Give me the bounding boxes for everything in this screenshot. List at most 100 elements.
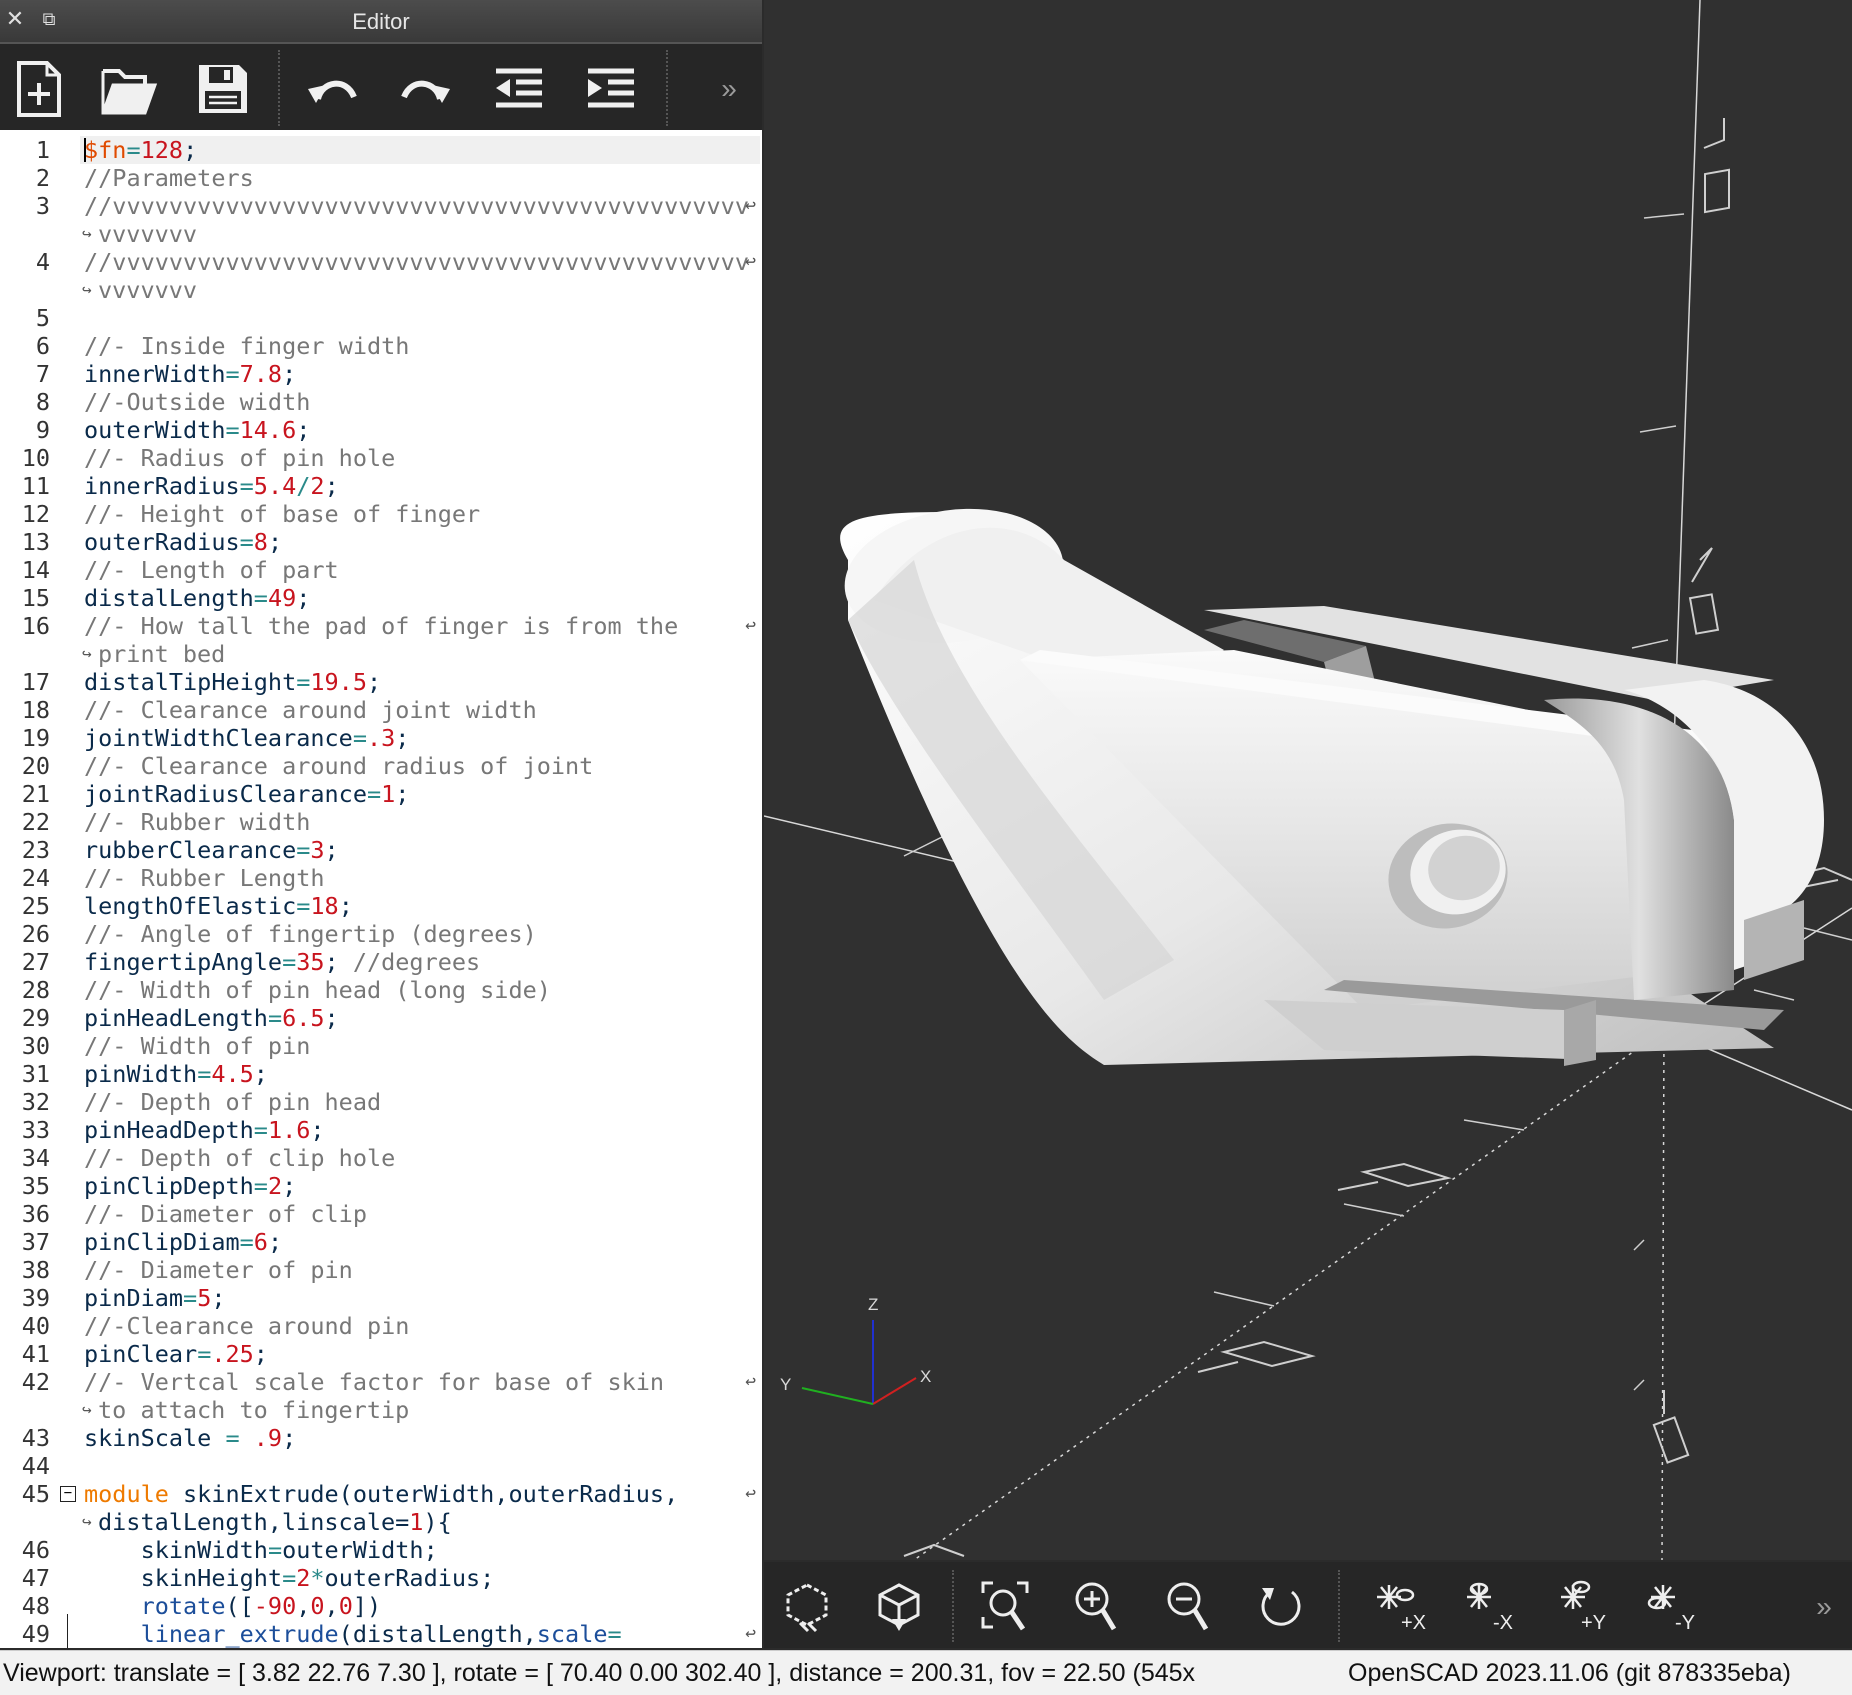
view-left-icon[interactable]: -X: [1460, 1574, 1530, 1640]
wrap-continuation-icon: ↪: [82, 644, 92, 663]
code-line[interactable]: 1 $fn=128;: [0, 136, 760, 164]
fold-toggle-icon[interactable]: −: [60, 1486, 76, 1502]
reset-rotation-icon[interactable]: [1246, 1574, 1316, 1640]
code-line[interactable]: 5: [0, 304, 760, 332]
code-line[interactable]: 10 //- Radius of pin hole: [0, 444, 760, 472]
code-text: //- Vertcal scale factor for base of ski…: [84, 1368, 664, 1396]
code-token: =: [352, 724, 367, 752]
code-line[interactable]: 36 //- Diameter of clip: [0, 1200, 760, 1228]
code-line[interactable]: 20 //- Clearance around radius of joint: [0, 752, 760, 780]
view-back-icon[interactable]: +Y: [1550, 1574, 1620, 1640]
code-line[interactable]: 9 outerWidth=14.6;: [0, 416, 760, 444]
code-line[interactable]: 23 rubberClearance=3;: [0, 836, 760, 864]
line-number: 26: [21, 920, 50, 948]
code-line[interactable]: 42 //- Vertcal scale factor for base of s…: [0, 1368, 760, 1396]
code-line[interactable]: 47 skinHeight=2*outerRadius;: [0, 1564, 760, 1592]
code-line[interactable]: 19 jointWidthClearance=.3;: [0, 724, 760, 752]
code-line[interactable]: 26 //- Angle of fingertip (degrees): [0, 920, 760, 948]
view-front-icon[interactable]: -Y: [1640, 1574, 1710, 1640]
code-line[interactable]: 33 pinHeadDepth=1.6;: [0, 1116, 760, 1144]
code-line[interactable]: 40 //-Clearance around pin: [0, 1312, 760, 1340]
undo-icon[interactable]: [300, 58, 366, 120]
more-icon[interactable]: »: [704, 58, 754, 120]
code-text: fingertipAngle=35; //degrees: [84, 948, 480, 976]
code-line[interactable]: 32 //- Depth of pin head: [0, 1088, 760, 1116]
code-token: =: [225, 1424, 240, 1452]
code-line[interactable]: 25 lengthOfElastic=18;: [0, 892, 760, 920]
redo-icon[interactable]: [392, 58, 458, 120]
save-icon[interactable]: [190, 58, 256, 120]
code-line[interactable]: 14 //- Length of part: [0, 556, 760, 584]
code-line[interactable]: 7 innerWidth=7.8;: [0, 360, 760, 388]
code-token: .3: [366, 724, 396, 752]
code-line[interactable]: 17 distalTipHeight=19.5;: [0, 668, 760, 696]
code-line-continuation[interactable]: ↪ vvvvvvv: [0, 276, 760, 304]
code-line[interactable]: 24 //- Rubber Length: [0, 864, 760, 892]
code-line-continuation[interactable]: ↪ vvvvvvv: [0, 220, 760, 248]
code-line[interactable]: 28 //- Width of pin head (long side): [0, 976, 760, 1004]
code-line[interactable]: 29 pinHeadLength=6.5;: [0, 1004, 760, 1032]
code-line[interactable]: 22 //- Rubber width: [0, 808, 760, 836]
code-line-continuation[interactable]: ↪ distalLength,linscale=1){: [0, 1508, 760, 1536]
code-token: ,: [324, 1592, 339, 1620]
code-token: pinHeadLength: [84, 1004, 268, 1032]
code-line[interactable]: 48 rotate([-90,0,0]): [0, 1592, 760, 1620]
code-line[interactable]: 11 innerRadius=5.4/2;: [0, 472, 760, 500]
code-line[interactable]: 21 jointRadiusClearance=1;: [0, 780, 760, 808]
code-line[interactable]: 8 //-Outside width: [0, 388, 760, 416]
code-line[interactable]: 18 //- Clearance around joint width: [0, 696, 760, 724]
code-line[interactable]: 46 skinWidth=outerWidth;: [0, 1536, 760, 1564]
reset-view-icon[interactable]: [772, 1574, 842, 1640]
code-token: =: [126, 136, 141, 164]
code-line[interactable]: 4 //vvvvvvvvvvvvvvvvvvvvvvvvvvvvvvvvvvvvv…: [0, 248, 760, 276]
zoom-all-icon[interactable]: [970, 1574, 1040, 1640]
code-line[interactable]: 31 pinWidth=4.5;: [0, 1060, 760, 1088]
wrap-continuation-icon: ↪: [82, 224, 92, 243]
view-all-icon[interactable]: [864, 1574, 934, 1640]
line-number: 45: [21, 1480, 50, 1508]
code-line[interactable]: 41 pinClear=.25;: [0, 1340, 760, 1368]
unindent-icon[interactable]: [486, 58, 552, 120]
indent-icon[interactable]: [578, 58, 644, 120]
3d-viewport[interactable]: Z X Y: [764, 0, 1852, 1560]
code-line[interactable]: 49 linear_extrude(distalLength,scale= ↩: [0, 1620, 760, 1648]
code-line[interactable]: 43 skinScale = .9;: [0, 1424, 760, 1452]
open-file-icon[interactable]: [96, 58, 162, 120]
code-text: pinHeadDepth=1.6;: [84, 1116, 325, 1144]
view-right-icon[interactable]: +X: [1370, 1574, 1440, 1640]
new-file-icon[interactable]: [6, 58, 72, 120]
code-line[interactable]: 45 module skinExtrude(outerWidth,outerRad…: [0, 1480, 760, 1508]
code-line[interactable]: 39 pinDiam=5;: [0, 1284, 760, 1312]
code-line[interactable]: 27 fingertipAngle=35; //degrees: [0, 948, 760, 976]
code-line[interactable]: 12 //- Height of base of finger: [0, 500, 760, 528]
code-token: scale: [536, 1620, 608, 1648]
line-number: 23: [21, 836, 50, 864]
code-text: outerWidth=14.6;: [84, 416, 310, 444]
code-line[interactable]: 6 //- Inside finger width: [0, 332, 760, 360]
code-token: ]): [352, 1592, 382, 1620]
code-line[interactable]: 30 //- Width of pin: [0, 1032, 760, 1060]
zoom-out-icon[interactable]: [1154, 1574, 1224, 1640]
line-number: 17: [21, 668, 50, 696]
code-line[interactable]: 44: [0, 1452, 760, 1480]
code-token: skinHeight: [84, 1564, 283, 1592]
code-line[interactable]: 3 //vvvvvvvvvvvvvvvvvvvvvvvvvvvvvvvvvvvvv…: [0, 192, 760, 220]
code-token: rubberClearance: [84, 836, 297, 864]
code-line[interactable]: 13 outerRadius=8;: [0, 528, 760, 556]
code-line-continuation[interactable]: ↪ to attach to fingertip: [0, 1396, 760, 1424]
code-line[interactable]: 37 pinClipDiam=6;: [0, 1228, 760, 1256]
code-line[interactable]: 34 //- Depth of clip hole: [0, 1144, 760, 1172]
code-token: =: [366, 780, 382, 808]
code-line[interactable]: 35 pinClipDepth=2;: [0, 1172, 760, 1200]
more-icon[interactable]: »: [1804, 1574, 1844, 1640]
zoom-in-icon[interactable]: [1062, 1574, 1132, 1640]
line-number: 4: [35, 248, 50, 276]
code-line[interactable]: 38 //- Diameter of pin: [0, 1256, 760, 1284]
code-line[interactable]: 15 distalLength=49;: [0, 584, 760, 612]
code-line-continuation[interactable]: ↪ print bed: [0, 640, 760, 668]
code-line[interactable]: 16 //- How tall the pad of finger is from…: [0, 612, 760, 640]
code-line[interactable]: 2 //Parameters: [0, 164, 760, 192]
viewport-toolbar: +X -X +Y -Y »: [764, 1562, 1852, 1648]
code-token: =: [296, 668, 311, 696]
code-editor[interactable]: 1 $fn=128; 2//Parameters 3//vvvvvvvvvvvvvvv…: [0, 132, 760, 1648]
